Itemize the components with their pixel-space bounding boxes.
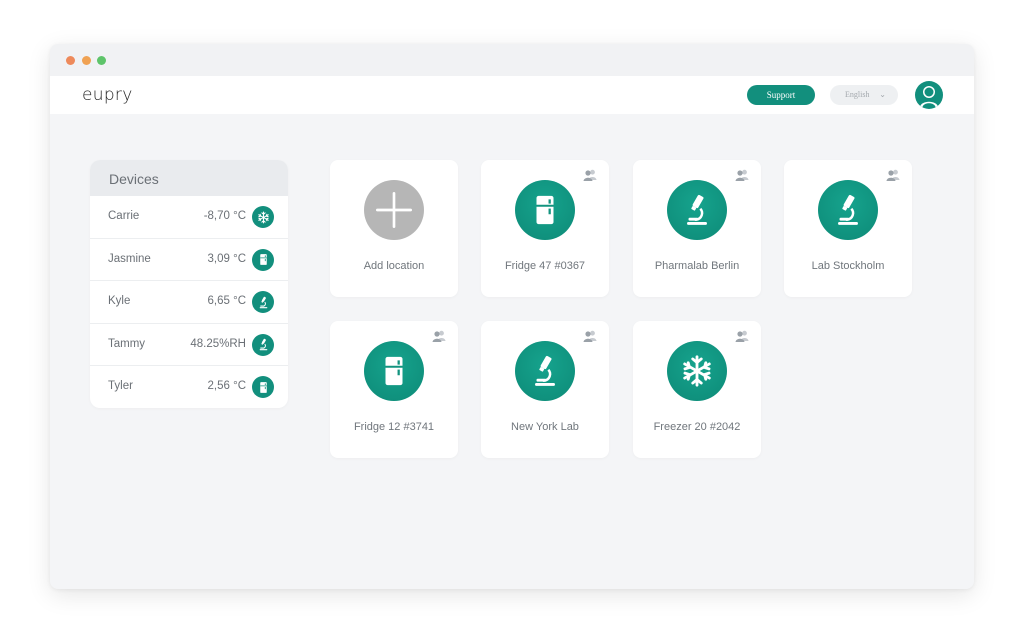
fridge-icon [364, 341, 424, 401]
location-card[interactable]: Fridge 47 #0367 [481, 160, 609, 297]
device-list: Carrie -8,70 °C Jasmine 3,09 °C Kyle 6,6… [90, 196, 288, 408]
app-header: eupry Support English ⌄ [50, 76, 974, 114]
support-button[interactable]: Support [747, 85, 815, 105]
snowflake-icon [667, 341, 727, 401]
users-icon[interactable] [583, 329, 597, 342]
fridge-icon [252, 248, 274, 271]
device-name: Tyler [108, 380, 133, 392]
location-label: New York Lab [511, 421, 579, 433]
app-window: eupry Support English ⌄ Devices Carrie -… [50, 44, 974, 589]
location-card[interactable]: Freezer 20 #2042 [633, 321, 761, 458]
chevron-down-icon: ⌄ [879, 90, 886, 99]
device-name: Carrie [108, 210, 140, 222]
location-label: Pharmalab Berlin [654, 260, 740, 272]
location-label: Add location [363, 260, 425, 272]
device-reading: 2,56 °C [207, 380, 246, 392]
location-label: Fridge 47 #0367 [504, 260, 586, 272]
device-row[interactable]: Kyle 6,65 °C [90, 281, 288, 324]
device-reading: 48.25%RH [190, 337, 246, 350]
close-window-button[interactable] [66, 56, 75, 65]
location-label: Fridge 12 #3741 [353, 421, 435, 433]
language-select-value: English [845, 90, 870, 99]
users-icon[interactable] [735, 329, 749, 342]
fridge-icon [252, 376, 274, 398]
users-icon[interactable] [735, 168, 749, 181]
location-label: Lab Stockholm [811, 260, 885, 272]
microscope-icon [252, 333, 274, 356]
location-card[interactable]: Lab Stockholm [784, 160, 912, 297]
devices-panel: Devices Carrie -8,70 °C Jasmine 3,09 °C … [90, 160, 288, 408]
device-row[interactable]: Tammy 48.25%RH [90, 324, 288, 366]
plus-icon [364, 180, 424, 240]
location-card[interactable]: Pharmalab Berlin [633, 160, 761, 297]
device-reading: 3,09 °C [207, 252, 246, 265]
device-name: Tammy [108, 337, 146, 350]
microscope-icon [515, 341, 575, 401]
microscope-icon [667, 180, 727, 240]
location-card[interactable]: Fridge 12 #3741 [330, 321, 458, 458]
devices-title: Devices [90, 160, 288, 196]
users-icon[interactable] [583, 168, 597, 181]
device-row[interactable]: Carrie -8,70 °C [90, 196, 288, 239]
maximize-window-button[interactable] [97, 56, 106, 65]
title-bar [50, 44, 974, 76]
user-avatar-icon[interactable] [915, 81, 943, 109]
device-name: Jasmine [108, 252, 151, 265]
brand-logo[interactable]: eupry [82, 85, 144, 105]
users-icon[interactable] [886, 168, 900, 181]
device-row[interactable]: Jasmine 3,09 °C [90, 239, 288, 281]
language-select[interactable]: English ⌄ [830, 85, 898, 105]
microscope-icon [252, 291, 274, 313]
users-icon[interactable] [432, 329, 446, 342]
microscope-icon [818, 180, 878, 240]
minimize-window-button[interactable] [82, 56, 91, 65]
device-reading: -8,70 °C [203, 210, 246, 222]
device-name: Kyle [108, 295, 131, 307]
add-location-card[interactable]: Add location [330, 160, 458, 297]
device-row[interactable]: Tyler 2,56 °C [90, 366, 288, 408]
snowflake-icon [252, 206, 274, 228]
location-label: Freezer 20 #2042 [653, 421, 741, 433]
location-card[interactable]: New York Lab [481, 321, 609, 458]
fridge-icon [515, 180, 575, 240]
device-reading: 6,65 °C [207, 295, 246, 307]
svg-text:eupry: eupry [82, 85, 133, 105]
